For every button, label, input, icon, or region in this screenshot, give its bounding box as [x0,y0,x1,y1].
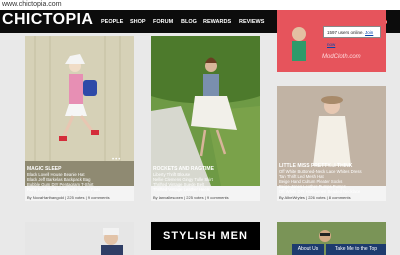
look-item[interactable]: Off White DIY Hollowmen Beaded Necklace [279,189,362,194]
online-users-popup: 1597 users online. Join now [323,26,381,47]
browser-url-bar[interactable]: www.chictopia.com [0,0,400,10]
nav-people[interactable]: PEOPLE [101,19,123,25]
look-caption: MAGIC SLEEP Black Lovell House Beanie Ha… [27,167,100,193]
look-meta: By NovaHarthangold | 225 votes | 9 comme… [27,195,110,200]
about-us-button[interactable]: About Us [292,244,324,255]
nav-reviews[interactable]: REVIEWS [239,19,264,25]
back-to-top-button[interactable]: Take Me to the Top [326,244,386,255]
look-photo[interactable] [25,222,134,255]
carousel-dots[interactable]: ••• [112,157,121,163]
look-card-little-miss-pretty[interactable]: LITTLE MISS PRETTY...I THINK Off White B… [277,86,386,201]
site-logo[interactable]: CHICTOPIA [2,11,93,29]
online-count: 1597 users online. [327,30,364,35]
look-caption: LITTLE MISS PRETTY...I THINK Off White B… [279,164,362,195]
look-item[interactable]: Ruby Red Thrift Store Jelly Shoes Flats [27,187,100,192]
nav-forum[interactable]: FORUM [153,19,173,25]
look-item[interactable]: Thrifted Vintage Leather Heels [153,187,214,192]
nav-rewards[interactable]: REWARDS [203,19,231,25]
ad-brand[interactable]: ModCloth.com [322,54,361,60]
look-photo[interactable] [151,36,260,186]
look-meta: By AlbeWrytes | 226 votes | 8 comments [279,195,351,200]
look-card-bottom-left[interactable] [25,222,134,255]
stylish-men-banner[interactable]: STYLISH MEN [151,222,260,250]
look-card-rockets-and-ragtime[interactable]: ROCKETS AND RAGTIME Liberty Thrift Blous… [151,36,260,201]
look-card-magic-sleep[interactable]: ••• MAGIC SLEEP Black Lovell House Beani… [25,36,134,201]
nav-shop[interactable]: SHOP [130,19,146,25]
look-photo[interactable] [25,36,134,186]
look-caption: ROCKETS AND RAGTIME Liberty Thrift Blous… [153,167,214,193]
nav-blog[interactable]: BLOG [181,19,197,25]
look-meta: By lanvallesoxen | 225 votes | 9 comment… [153,195,229,200]
